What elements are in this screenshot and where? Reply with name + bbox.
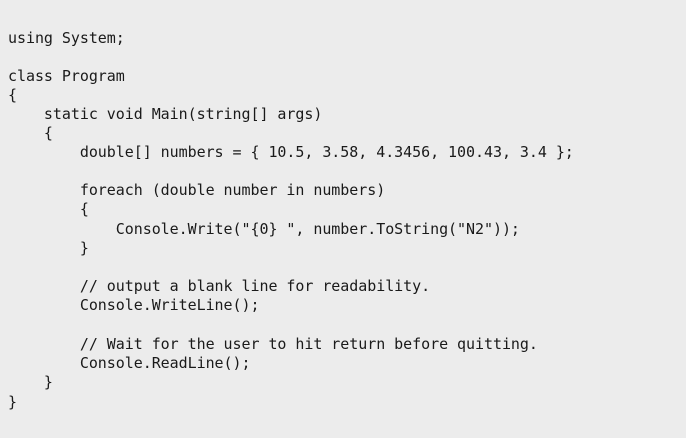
code-line-14: // output a blank line for readability.	[8, 277, 431, 295]
code-line-6: {	[8, 124, 53, 142]
code-line-4: {	[8, 86, 17, 104]
code-line-3: class Program	[8, 67, 125, 85]
code-line-15: Console.WriteLine();	[8, 296, 260, 314]
code-line-5: static void Main(string[] args)	[8, 105, 323, 123]
code-line-1: using System;	[8, 29, 125, 47]
code-line-11: Console.Write("{0} ", number.ToString("N…	[8, 220, 520, 238]
code-line-20: }	[8, 393, 17, 411]
code-line-12: }	[8, 239, 89, 257]
code-line-17: // Wait for the user to hit return befor…	[8, 335, 538, 353]
code-line-18: Console.ReadLine();	[8, 354, 251, 372]
code-editor[interactable]: using System; class Program { static voi…	[0, 0, 686, 438]
code-line-9: foreach (double number in numbers)	[8, 181, 386, 199]
code-line-10: {	[8, 200, 89, 218]
code-line-7: double[] numbers = { 10.5, 3.58, 4.3456,…	[8, 143, 574, 161]
code-line-19: }	[8, 373, 53, 391]
